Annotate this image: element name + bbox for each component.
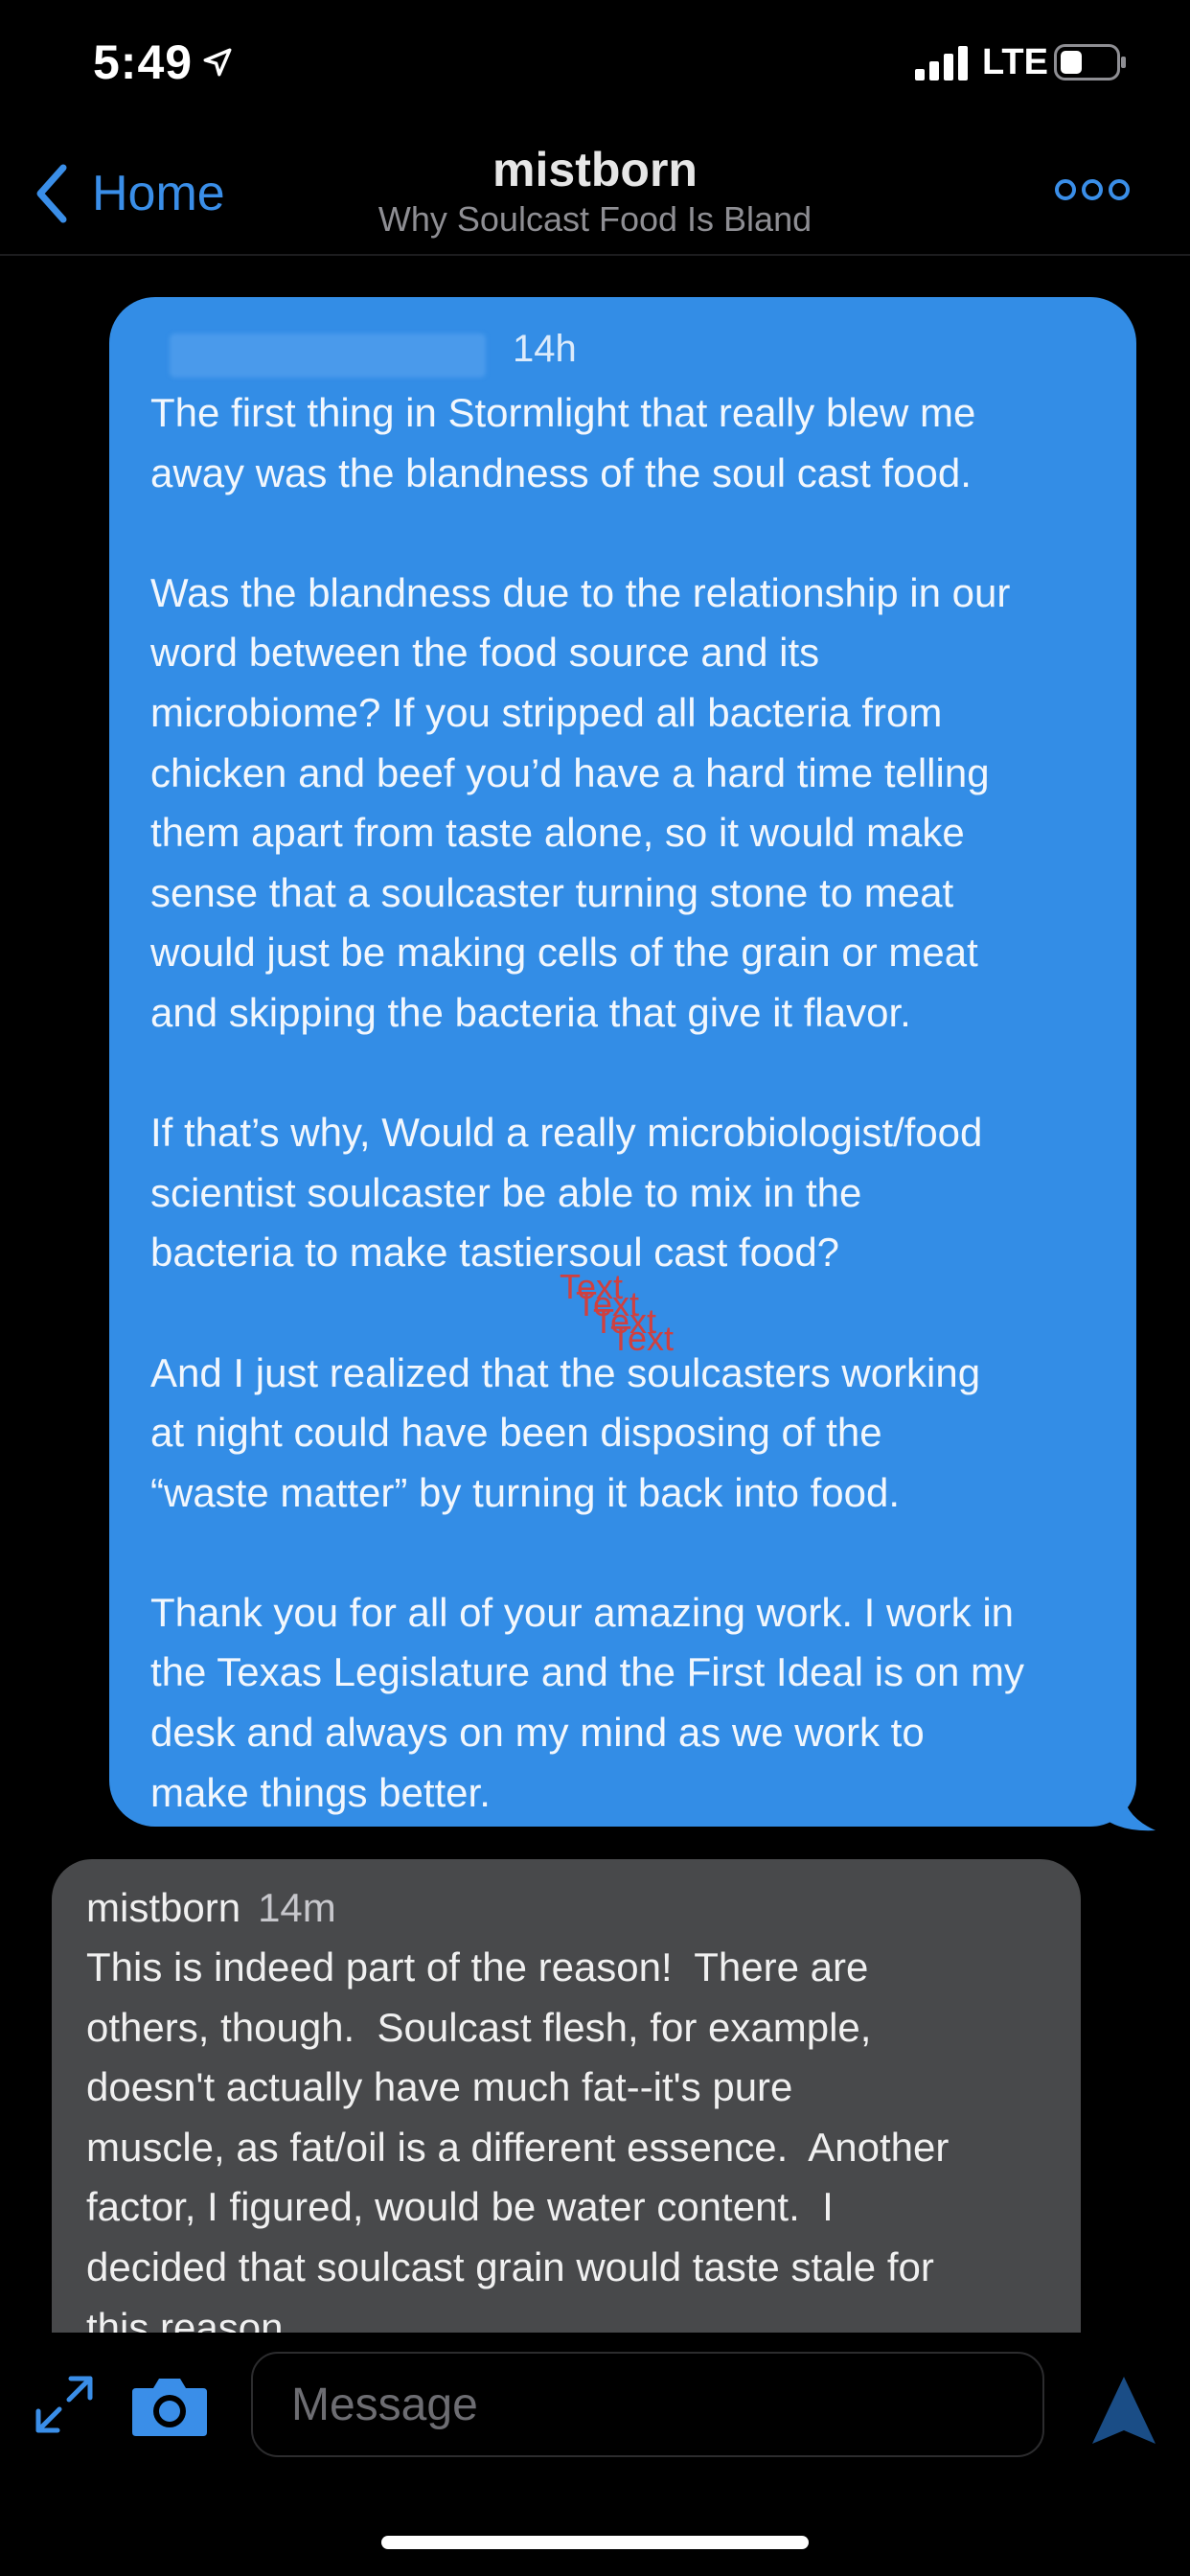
message-composer: [0, 2333, 1190, 2576]
bubble-tail: [1102, 1788, 1156, 1831]
network-type: LTE: [982, 42, 1048, 82]
sender-name: mistborn: [86, 1885, 241, 1930]
cellular-signal-icon: [915, 46, 968, 80]
battery-icon: [1054, 44, 1126, 80]
message-meta: mistborn 14m: [86, 1878, 1052, 1938]
stray-text-label: Text: [610, 1319, 675, 1358]
status-time: 5:49: [93, 35, 194, 89]
message-meta: 14h: [150, 316, 1098, 383]
incoming-message-bubble[interactable]: mistborn 14m This is indeed part of the r…: [52, 1859, 1081, 2338]
location-arrow-icon: [203, 48, 232, 77]
more-options-icon[interactable]: [1054, 172, 1131, 207]
message-text: The first thing in Stormlight that reall…: [150, 390, 1025, 1815]
message-timestamp: 14h: [513, 328, 577, 370]
message-text: This is indeed part of the reason! There…: [86, 1944, 950, 2338]
navigation-bar: Home mistborn Why Soulcast Food Is Bland: [0, 134, 1190, 256]
redacted-sender-name: [170, 334, 486, 378]
conversation-title: mistborn: [492, 143, 698, 196]
camera-icon[interactable]: [130, 2375, 209, 2438]
expand-icon[interactable]: [33, 2373, 96, 2436]
conversation-subject: Why Soulcast Food Is Bland: [378, 199, 812, 239]
message-input[interactable]: [251, 2352, 1044, 2457]
message-timestamp: 14m: [258, 1885, 336, 1930]
status-bar: 5:49 LTE: [0, 0, 1190, 134]
outgoing-message-bubble[interactable]: 14h The first thing in Stormlight that r…: [109, 297, 1136, 1827]
home-indicator[interactable]: [381, 2536, 809, 2549]
send-icon[interactable]: [1090, 2375, 1157, 2448]
